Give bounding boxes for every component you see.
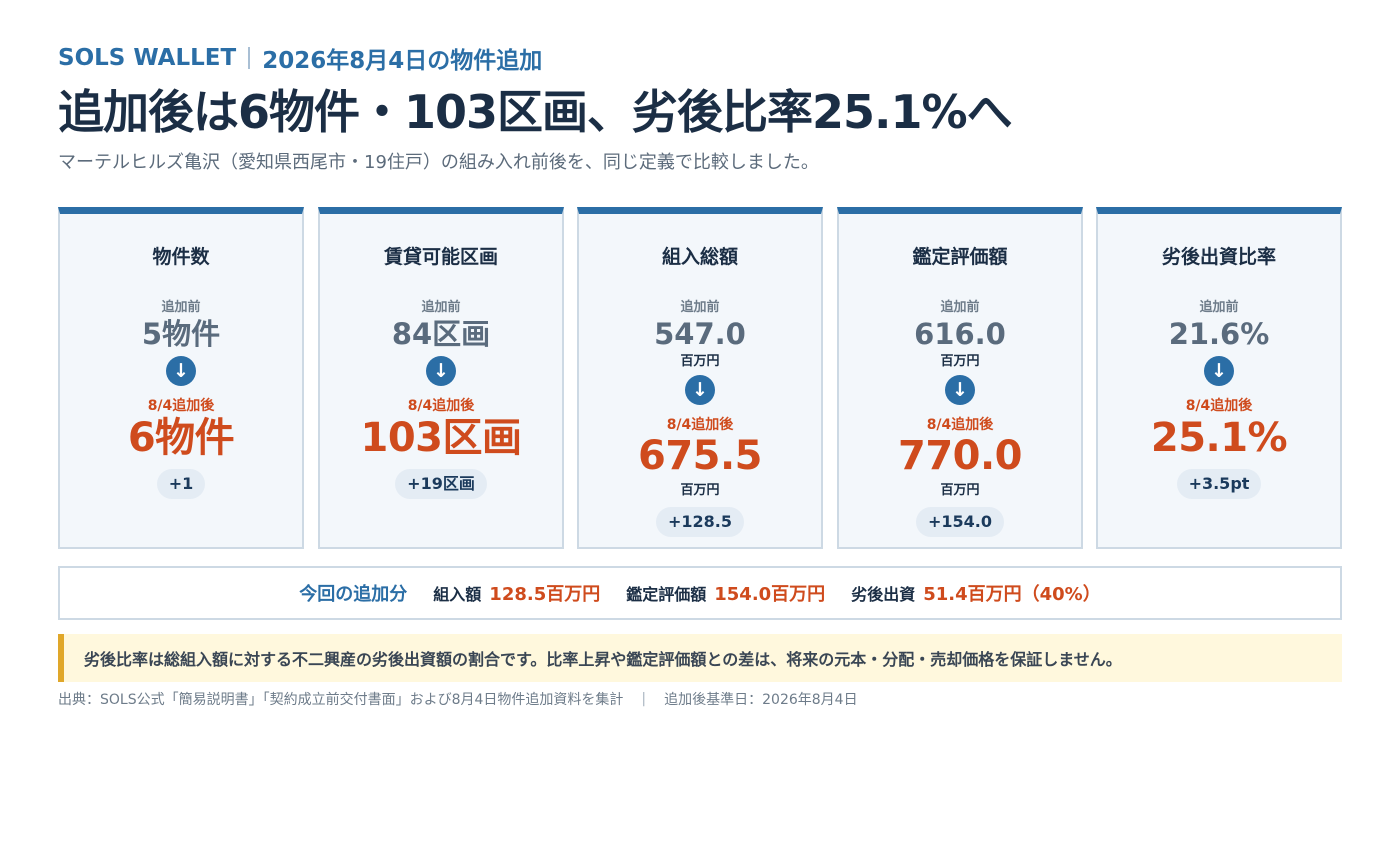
card-appraisal-value: 鑑定評価額 追加前 616.0 百万円 ↓ 8/4追加後 770.0 百万円 +… (837, 207, 1083, 549)
delta-badge: +1 (156, 469, 206, 499)
source-footer: 出典：SOLS公式「簡易説明書」「契約成立前交付書面」および8月4日物件追加資料… (58, 688, 858, 710)
after-label: 8/4追加後 (666, 417, 734, 433)
brand-name: SOLS WALLET (58, 45, 237, 71)
arrow-down-icon: ↓ (1204, 356, 1234, 386)
subline: マーテルヒルズ亀沢（愛知県西尾市・19住戸）の組み入れ前後を、同じ定義で比較しま… (58, 152, 819, 173)
infographic-page: SOLS WALLET 2026年8月4日の物件追加 追加後は6物件・103区画… (0, 0, 1400, 860)
delta-wrap: +3.5pt (1098, 469, 1340, 499)
summary-value-acquisition: 128.5百万円 (489, 584, 601, 605)
card-title: 劣後出資比率 (1161, 246, 1276, 268)
card-title: 組入総額 (661, 246, 738, 268)
card-title: 鑑定評価額 (912, 246, 1008, 268)
after-value: 25.1% (1150, 415, 1288, 461)
disclaimer-note: 劣後比率は総組入額に対する不二興産の劣後出資額の割合です。比率上昇や鑑定評価額と… (58, 634, 1342, 682)
before-value: 547.0 (654, 317, 746, 351)
card-subordinated-ratio: 劣後出資比率 追加前 21.6% ↓ 8/4追加後 25.1% +3.5pt (1096, 207, 1342, 549)
disclaimer-text: 劣後比率は総組入額に対する不二興産の劣後出資額の割合です。比率上昇や鑑定評価額と… (84, 650, 1122, 669)
kicker-divider (248, 47, 251, 69)
delta-badge: +154.0 (915, 507, 1004, 537)
delta-badge: +128.5 (655, 507, 744, 537)
after-value: 675.5 (637, 433, 763, 479)
summary-label-subordinated: 劣後出資 (851, 585, 916, 604)
arrow-down-icon: ↓ (685, 375, 715, 405)
source-text: 出典：SOLS公式「簡易説明書」「契約成立前交付書面」および8月4日物件追加資料… (58, 692, 624, 708)
card-property-count: 物件数 追加前 5物件 ↓ 8/4追加後 6物件 +1 (58, 207, 304, 549)
before-value: 5物件 (141, 317, 221, 351)
addition-summary: 今回の追加分 組入額 128.5百万円 鑑定評価額 154.0百万円 劣後出資 … (58, 566, 1342, 620)
before-value: 84区画 (391, 317, 491, 351)
summary-title: 今回の追加分 (299, 584, 408, 605)
card-title: 賃貸可能区画 (383, 246, 498, 268)
after-label: 8/4追加後 (147, 398, 215, 414)
arrow-down-icon: ↓ (166, 356, 196, 386)
after-label: 8/4追加後 (1185, 398, 1253, 414)
before-value: 616.0 (914, 317, 1006, 351)
before-label: 追加前 (680, 300, 720, 315)
summary-value-appraisal: 154.0百万円 (714, 584, 826, 605)
summary-value-subordinated: 51.4百万円（40%） (923, 584, 1101, 605)
card-total-acquisition: 組入総額 追加前 547.0 百万円 ↓ 8/4追加後 675.5 百万円 +1… (577, 207, 823, 549)
after-value: 6物件 (127, 415, 235, 461)
delta-wrap: +19区画 (320, 469, 562, 499)
after-label: 8/4追加後 (407, 398, 475, 414)
card-rentable-units: 賃貸可能区画 追加前 84区画 ↓ 8/4追加後 103区画 +19区画 (318, 207, 564, 549)
before-unit: 百万円 (680, 354, 720, 369)
kicker-date-title: 2026年8月4日の物件追加 (262, 48, 543, 74)
delta-wrap: +128.5 (579, 507, 821, 537)
metric-cards: 物件数 追加前 5物件 ↓ 8/4追加後 6物件 +1 賃貸可能区画 追加前 8… (58, 207, 1342, 549)
arrow-down-icon: ↓ (945, 375, 975, 405)
base-date-text: 追加後基準日：2026年8月4日 (664, 692, 858, 708)
summary-label-appraisal: 鑑定評価額 (626, 585, 707, 604)
before-label: 追加前 (940, 300, 980, 315)
headline: 追加後は6物件・103区画、劣後比率25.1%へ (58, 85, 1013, 139)
after-value: 770.0 (897, 433, 1023, 479)
after-value: 103区画 (360, 415, 523, 461)
before-unit: 百万円 (940, 354, 980, 369)
delta-badge: +19区画 (395, 469, 487, 499)
arrow-down-icon: ↓ (426, 356, 456, 386)
delta-badge: +3.5pt (1176, 469, 1262, 499)
before-label: 追加前 (161, 300, 201, 315)
before-label: 追加前 (421, 300, 461, 315)
before-value: 21.6% (1168, 317, 1270, 351)
after-unit: 百万円 (940, 483, 980, 498)
before-label: 追加前 (1199, 300, 1239, 315)
footer-separator: | (641, 691, 647, 707)
delta-wrap: +1 (60, 469, 302, 499)
delta-wrap: +154.0 (839, 507, 1081, 537)
summary-label-acquisition: 組入額 (433, 585, 482, 604)
after-unit: 百万円 (680, 483, 720, 498)
after-label: 8/4追加後 (926, 417, 994, 433)
card-title: 物件数 (152, 246, 210, 268)
kicker: SOLS WALLET 2026年8月4日の物件追加 (58, 42, 1342, 74)
